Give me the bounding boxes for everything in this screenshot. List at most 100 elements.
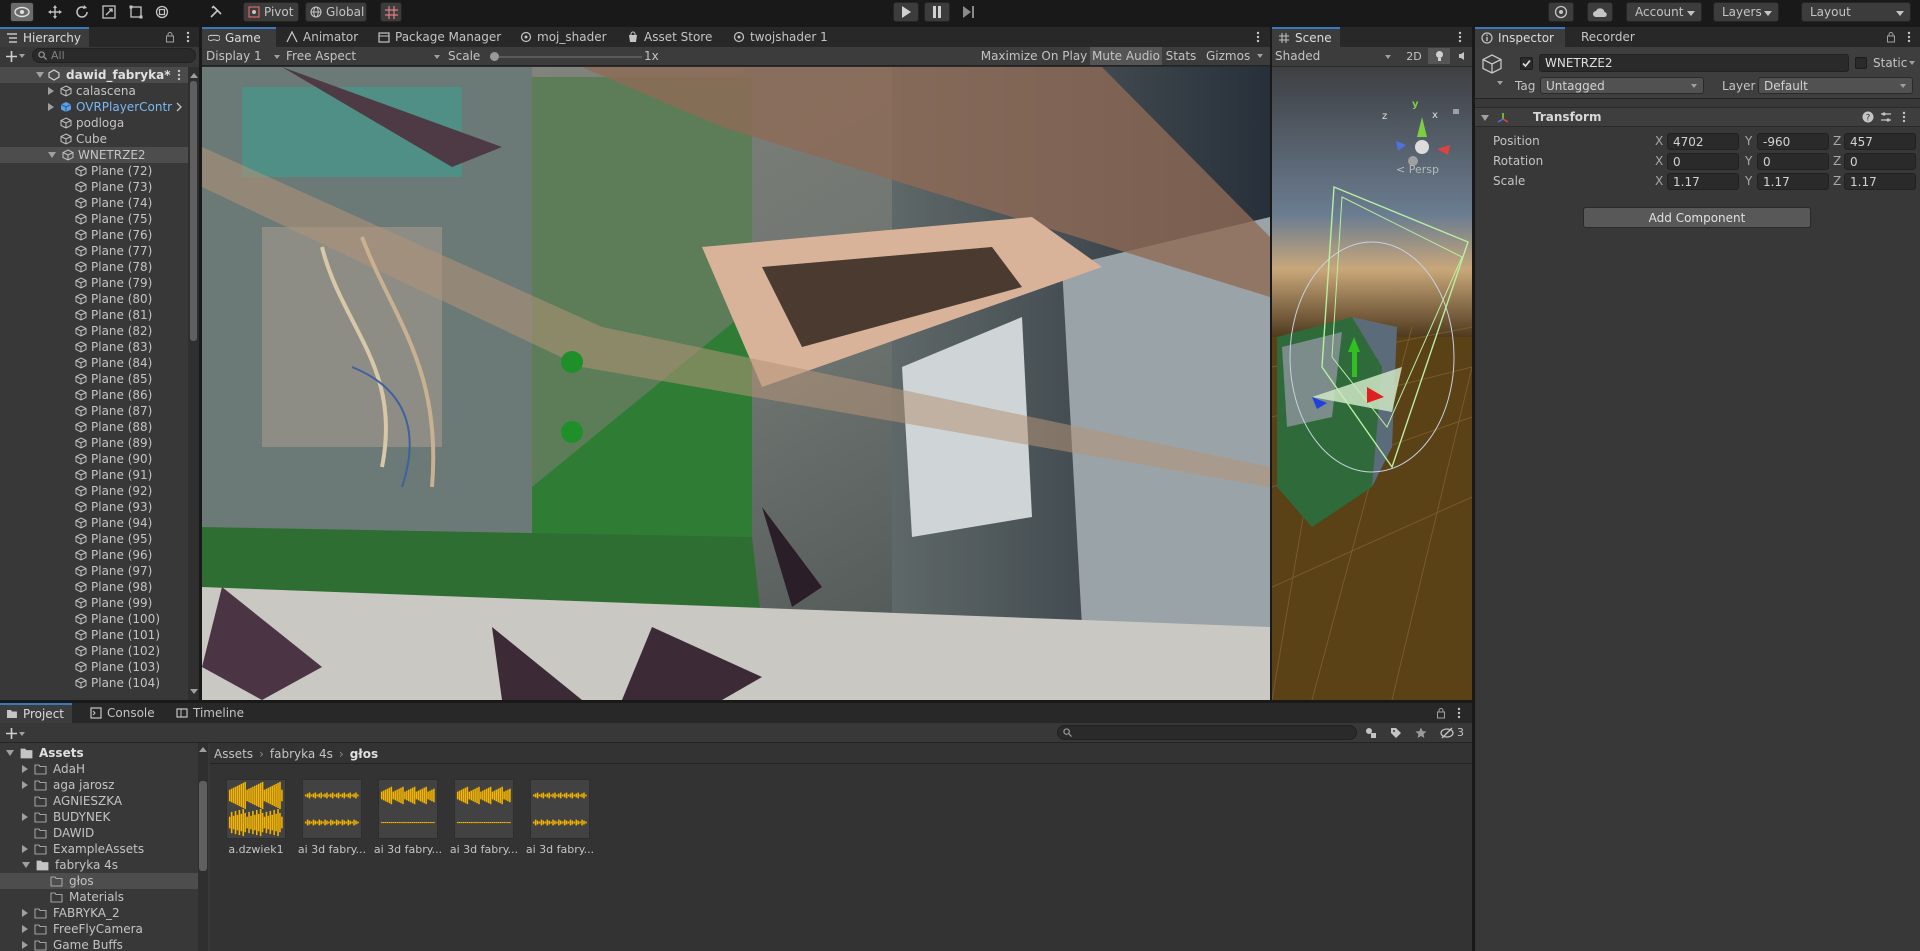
hierarchy-item-plane[interactable]: Plane (73) — [75, 179, 152, 195]
scroll-down-icon[interactable] — [190, 689, 198, 694]
audio-asset-thumbnail[interactable] — [378, 779, 438, 839]
tree-item[interactable]: fabryka 4s — [0, 857, 198, 873]
tag-dropdown[interactable]: Untagged — [1540, 77, 1704, 94]
audio-toggle[interactable] — [1454, 48, 1472, 64]
project-search-input[interactable] — [1057, 725, 1357, 740]
stats-button[interactable]: Stats — [1162, 47, 1200, 65]
hierarchy-item-plane[interactable]: Plane (102) — [75, 643, 160, 659]
kebab-menu-icon[interactable] — [1453, 707, 1465, 719]
tree-item-selected[interactable]: głos — [0, 873, 198, 889]
tab-timeline[interactable]: Timeline — [170, 703, 252, 723]
hierarchy-item-plane[interactable]: Plane (99) — [75, 595, 152, 611]
hierarchy-item-plane[interactable]: Plane (85) — [75, 371, 152, 387]
layer-dropdown[interactable]: Default — [1758, 77, 1913, 94]
gizmos-dropdown[interactable]: Gizmos — [1200, 47, 1266, 65]
object-name-field[interactable]: WNETRZE2 — [1539, 54, 1849, 72]
hierarchy-item-plane[interactable]: Plane (78) — [75, 259, 152, 275]
axis-z-label[interactable]: Z — [1833, 134, 1841, 148]
hierarchy-item-plane[interactable]: Plane (96) — [75, 547, 152, 563]
hierarchy-item[interactable]: podloga — [60, 115, 124, 131]
layers-dropdown[interactable]: Layers — [1713, 2, 1779, 22]
hierarchy-item-plane[interactable]: Plane (87) — [75, 403, 152, 419]
mute-audio-button[interactable]: Mute Audio — [1090, 47, 1162, 65]
hierarchy-item-plane[interactable]: Plane (75) — [75, 211, 152, 227]
scrollbar-thumb[interactable] — [190, 81, 197, 341]
tree-item[interactable]: Materials — [0, 889, 198, 905]
lock-icon[interactable] — [164, 31, 176, 43]
hierarchy-item-plane[interactable]: Plane (84) — [75, 355, 152, 371]
position-x-field[interactable]: 4702 — [1667, 133, 1739, 150]
tab-game[interactable]: Game — [202, 27, 276, 47]
tree-item[interactable]: AdaH — [0, 761, 198, 777]
help-icon[interactable]: ? — [1862, 111, 1874, 123]
breadcrumb-item[interactable]: fabryka 4s — [270, 747, 333, 761]
pause-button[interactable] — [924, 2, 950, 22]
axis-y-label[interactable]: Y — [1745, 174, 1752, 188]
tree-item[interactable]: DAWID — [0, 825, 198, 841]
perspective-label[interactable]: < Persp — [1396, 163, 1439, 176]
hierarchy-item-plane[interactable]: Plane (104) — [75, 675, 160, 691]
tab-console[interactable]: Console — [84, 703, 163, 723]
gizmo-lock-icon[interactable] — [1453, 109, 1459, 114]
axis-x-label[interactable]: X — [1655, 174, 1663, 188]
axis-x-label[interactable]: X — [1655, 134, 1663, 148]
active-checkbox[interactable] — [1520, 57, 1533, 70]
static-dropdown-icon[interactable] — [1909, 61, 1915, 65]
breadcrumb-item-current[interactable]: głos — [350, 747, 378, 761]
global-toggle[interactable]: Global — [305, 2, 367, 22]
hierarchy-item[interactable]: Cube — [60, 131, 107, 147]
scene-menu-icon[interactable] — [174, 69, 184, 81]
transform-header[interactable]: Transform ? — [1475, 107, 1920, 127]
lock-icon[interactable] — [1435, 707, 1447, 719]
transform-tool-button[interactable] — [151, 2, 173, 22]
tab-twojshader[interactable]: twojshader 1 — [727, 27, 836, 47]
game-viewport[interactable] — [202, 67, 1270, 700]
rotation-y-field[interactable]: 0 — [1757, 153, 1829, 170]
kebab-menu-icon[interactable] — [1454, 31, 1466, 43]
scroll-up-icon[interactable] — [190, 73, 198, 78]
audio-asset-thumbnail[interactable] — [302, 779, 362, 839]
tab-project[interactable]: Project — [0, 703, 72, 723]
audio-asset-thumbnail[interactable] — [530, 779, 590, 839]
axis-y-label[interactable]: Y — [1745, 134, 1752, 148]
tree-item[interactable]: BUDYNEK — [0, 809, 198, 825]
tab-moj-shader[interactable]: moj_shader — [514, 27, 615, 47]
hierarchy-item-plane[interactable]: Plane (88) — [75, 419, 152, 435]
rect-tool-button[interactable] — [125, 2, 147, 22]
hierarchy-item-selected[interactable]: WNETRZE2 — [0, 147, 188, 163]
hierarchy-item-plane[interactable]: Plane (95) — [75, 531, 152, 547]
audio-asset-thumbnail[interactable] — [454, 779, 514, 839]
tab-scene[interactable]: Scene — [1272, 27, 1340, 47]
create-button[interactable] — [6, 49, 28, 63]
tree-item[interactable]: Assets — [0, 745, 198, 761]
scene-viewport[interactable] — [1272, 67, 1472, 700]
tree-item[interactable]: FreeFlyCamera — [0, 921, 198, 937]
layout-dropdown[interactable]: Layout — [1801, 2, 1911, 22]
services-button[interactable] — [1548, 2, 1574, 22]
hierarchy-item[interactable]: calascena — [48, 83, 136, 99]
axis-x-label[interactable]: X — [1655, 154, 1663, 168]
tree-item[interactable]: FABRYKA_2 — [0, 905, 198, 921]
hierarchy-item-plane[interactable]: Plane (93) — [75, 499, 152, 515]
rotation-x-field[interactable]: 0 — [1667, 153, 1739, 170]
breadcrumb-item[interactable]: Assets — [214, 747, 253, 761]
add-component-button[interactable]: Add Component — [1583, 207, 1811, 228]
hierarchy-item-plane[interactable]: Plane (92) — [75, 483, 152, 499]
hierarchy-item-plane[interactable]: Plane (74) — [75, 195, 152, 211]
play-button[interactable] — [893, 2, 919, 22]
kebab-menu-icon[interactable] — [1898, 111, 1910, 123]
tab-package-manager[interactable]: Package Manager — [372, 27, 509, 47]
tree-item[interactable]: Game Buffs — [0, 937, 198, 951]
lighting-toggle[interactable] — [1428, 48, 1450, 64]
tree-item[interactable]: ExampleAssets — [0, 841, 198, 857]
kebab-menu-icon[interactable] — [1903, 31, 1915, 43]
axis-y-label[interactable]: Y — [1745, 154, 1752, 168]
static-checkbox[interactable] — [1855, 57, 1867, 69]
hierarchy-item-plane[interactable]: Plane (94) — [75, 515, 152, 531]
hierarchy-item-plane[interactable]: Plane (77) — [75, 243, 152, 259]
hidden-packages-icon[interactable] — [1440, 727, 1454, 739]
icon-dropdown-icon[interactable] — [1497, 81, 1503, 85]
maximize-on-play-button[interactable]: Maximize On Play — [978, 47, 1090, 65]
step-button[interactable] — [955, 2, 981, 22]
star-icon[interactable] — [1415, 727, 1427, 739]
